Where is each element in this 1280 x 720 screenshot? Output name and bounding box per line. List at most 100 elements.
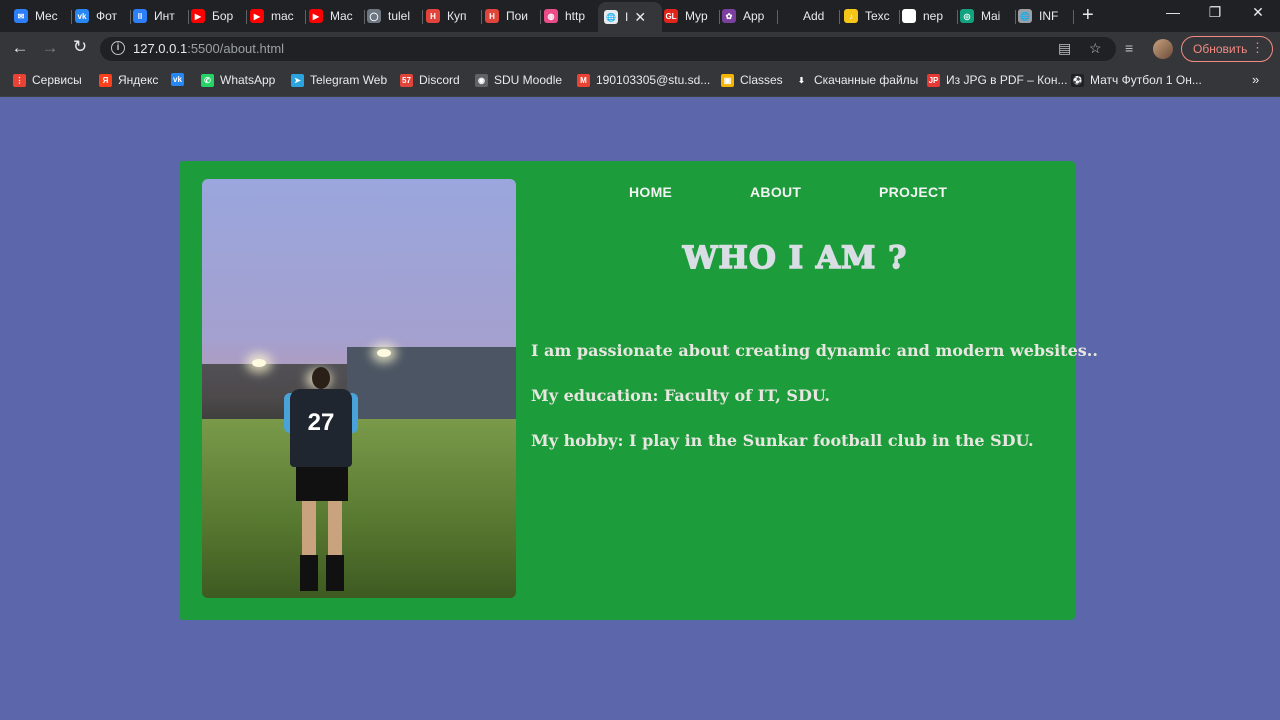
tab-favicon-icon: H [426,9,440,23]
update-button[interactable]: Обновить ⋮ [1181,36,1273,62]
tab-label: Фот [96,9,118,23]
bookmark-label: Сервисы [32,73,82,87]
bookmark-star-icon[interactable]: ☆ [1089,40,1102,57]
bookmark-item[interactable]: ⚽ Матч Футбол 1 Он... [1071,73,1202,87]
tab-favicon-icon: H [485,9,499,23]
tab-label: Myp [685,9,708,23]
maximize-button[interactable]: ❐ [1195,4,1235,21]
reload-icon[interactable]: ↻ [69,37,91,57]
bookmark-item[interactable]: 57 Discord [400,73,460,87]
bookmark-item[interactable]: vk [171,73,190,86]
bookmarks-overflow-icon[interactable]: » [1252,72,1259,87]
bookmark-icon: JP [927,73,940,87]
bookmark-icon: ⚽ [1071,73,1084,87]
tab-label: Бор [212,9,234,23]
bookmark-label: Telegram Web [310,73,388,87]
tab-favicon-icon: ▶ [191,9,205,23]
about-paragraph-passion: I am passionate about creating dynamic a… [531,341,1098,360]
bookmark-icon: vk [171,73,184,86]
browser-tab[interactable]: 🌐 INF [1012,4,1074,28]
nav-about-link[interactable]: ABOUT [750,184,801,200]
tab-favicon-icon: ◍ [544,9,558,23]
browser-tab[interactable]: Add [776,4,840,28]
bookmark-item[interactable]: ▣ Classes [721,73,783,87]
bookmark-item[interactable]: ✆ WhatsApp [201,73,275,87]
browser-tab[interactable]: ▶ mac [244,4,306,28]
browser-tab[interactable]: ♪ Texc [838,4,900,28]
bookmark-label: Матч Футбол 1 Он... [1090,73,1202,87]
bookmark-item[interactable]: ➤ Telegram Web [291,73,387,87]
translate-icon[interactable]: ▤ [1058,40,1071,57]
tab-favicon-icon: ♪ [844,9,858,23]
bookmark-icon: ⋮ [13,73,26,87]
browser-tab[interactable]: 🌐 I ✕ [598,2,662,32]
tab-label: I [625,10,629,24]
minimize-button[interactable]: — [1153,4,1193,20]
tab-label: App [743,9,765,23]
tab-favicon-icon: ◎ [960,9,974,23]
bookmark-icon: ➤ [291,73,304,87]
nav-home-link[interactable]: HOME [629,184,672,200]
page-heading: WHO I AM ? [682,239,908,277]
tab-label: Куп [447,9,467,23]
tab-label: Add [803,9,825,23]
browser-tab[interactable]: ✉ Mec [8,4,72,28]
browser-tab[interactable]: H Пои [479,4,541,28]
bookmark-item[interactable]: ⋮ Сервисы [13,73,82,87]
tab-favicon-icon: 🌐 [604,10,618,24]
new-tab-button[interactable]: + [1082,4,1094,27]
bookmark-label: Classes [740,73,783,87]
browser-tab[interactable]: ll Инт [127,4,189,28]
bookmark-label: 190103305@stu.sd... [596,73,711,87]
bookmark-label: Из JPG в PDF – Кон... [946,73,1068,87]
bookmark-icon: ▣ [721,73,734,87]
bookmark-label: Яндекс [118,73,159,87]
about-paragraph-education: My education: Faculty of IT, SDU. [531,386,830,405]
close-tab-icon[interactable]: ✕ [634,9,646,26]
browser-tab[interactable]: GL Myp [658,4,720,28]
media-control-icon[interactable]: ≡ [1125,40,1133,56]
tab-label: Mac [330,9,353,23]
url-text[interactable]: 127.0.0.1:5500/about.html [133,41,284,56]
tab-favicon-icon: vk [75,9,89,23]
profile-avatar[interactable] [1153,39,1173,59]
url-path: :5500/about.html [187,41,285,56]
tab-label: mac [271,9,294,23]
tab-favicon-icon [782,9,796,23]
bookmark-item[interactable]: ⬇ Скачанные файлы [795,73,918,87]
tab-label: INF [1039,9,1059,23]
browser-tab[interactable]: ◍ http [538,4,600,28]
bookmark-item[interactable]: JP Из JPG в PDF – Кон... [927,73,1067,87]
url-host: 127.0.0.1 [133,41,188,56]
update-label: Обновить [1193,42,1248,56]
profile-photo: 27 [202,179,516,598]
tab-favicon-icon: ◯ [367,9,381,23]
menu-dots-icon[interactable]: ⋮ [1251,40,1264,56]
browser-tab[interactable]: ▶ Mac [303,4,365,28]
browser-tab[interactable]: ◯ tulel [361,4,423,28]
back-icon[interactable]: ← [9,38,31,58]
tab-favicon-icon: ✉ [14,9,28,23]
site-info-icon[interactable]: i [111,41,125,55]
browser-tab[interactable]: ◎ Mai [954,4,1016,28]
forward-icon[interactable]: → [39,38,61,58]
football-player-figure: 27 [284,367,358,597]
nav-project-link[interactable]: PROJECT [879,184,947,200]
browser-tab[interactable]: Gnep [896,4,958,28]
tab-label: tulel [388,9,411,23]
bookmark-label: WhatsApp [220,73,276,87]
tab-separator [1073,10,1074,24]
tab-favicon-icon: ll [133,9,147,23]
bookmark-item[interactable]: M 190103305@stu.sd... [577,73,710,87]
bookmarks-bar: ⋮ Сервисы Я Яндекс vk ✆ WhatsApp ➤ Telegram Web 5… [0,66,1280,97]
browser-tab[interactable]: vk Фот [69,4,131,28]
browser-tab[interactable]: ▶ Бор [185,4,247,28]
tab-label: Texc [865,9,890,23]
browser-tab[interactable]: ✿ App [716,4,778,28]
browser-tab[interactable]: H Куп [420,4,482,28]
bookmark-icon: 57 [400,73,413,87]
bookmark-item[interactable]: ◉ SDU Moodle [475,73,562,87]
close-window-button[interactable]: ✕ [1238,4,1278,21]
tab-favicon-icon: ▶ [309,9,323,23]
bookmark-item[interactable]: Я Яндекс [99,73,158,87]
